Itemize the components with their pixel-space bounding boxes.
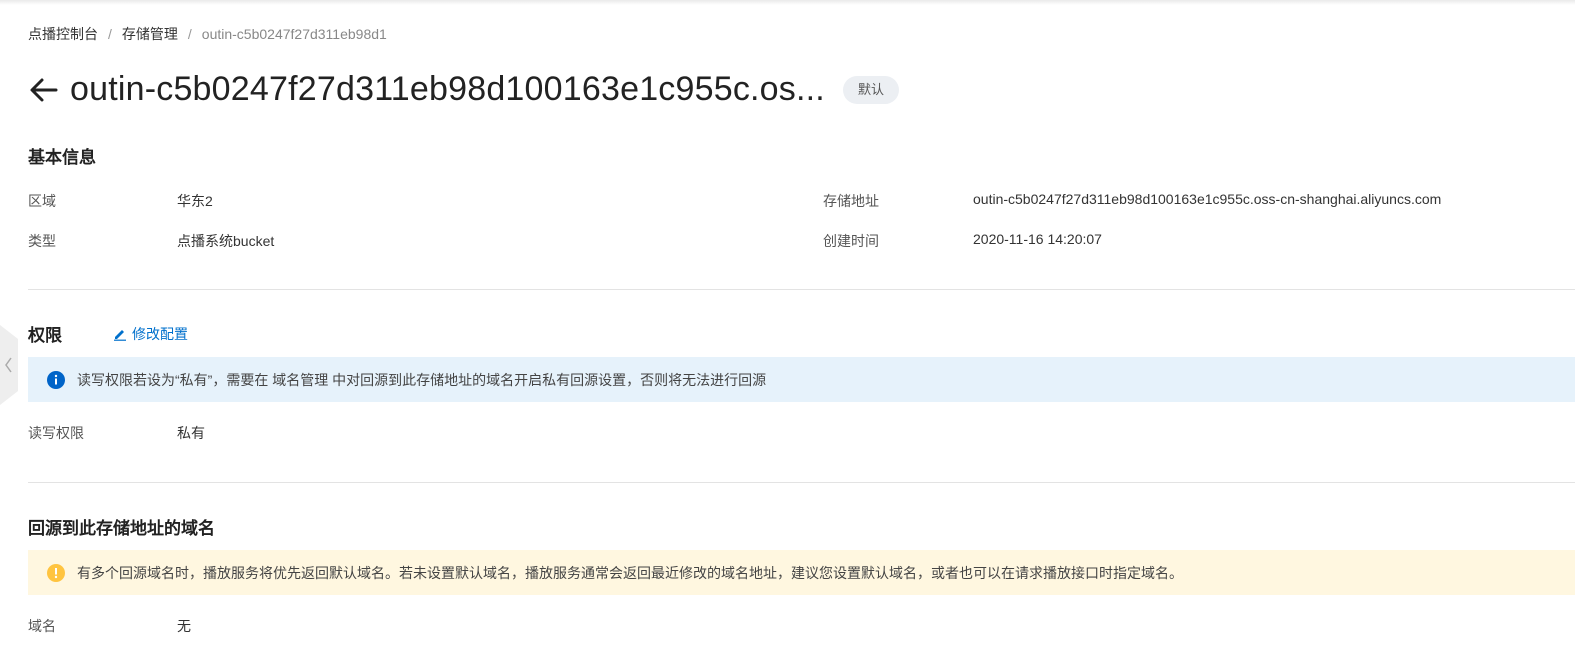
warning-alert-text: 有多个回源域名时，播放服务将优先返回默认域名。若未设置默认域名，播放服务通常会返…	[77, 564, 1183, 581]
edit-config-label: 修改配置	[132, 326, 188, 342]
rw-permission-label: 读写权限	[28, 425, 84, 441]
exclamation-circle-icon	[47, 563, 65, 582]
breadcrumb-separator: /	[108, 26, 112, 42]
chevron-left-icon	[0, 325, 18, 405]
pencil-icon	[114, 330, 126, 341]
page-header: outin-c5b0247f27d311eb98d100163e1c955c.o…	[28, 70, 899, 109]
breadcrumb-item-console[interactable]: 点播控制台	[28, 24, 98, 44]
section-divider	[28, 482, 1575, 483]
section-divider	[28, 289, 1575, 290]
rw-permission-value: 私有	[177, 425, 205, 441]
page-title: outin-c5b0247f27d311eb98d100163e1c955c.o…	[70, 70, 825, 108]
default-badge: 默认	[842, 75, 899, 104]
created-time-value: 2020-11-16 14:20:07	[973, 231, 1102, 247]
region-label: 区域	[28, 193, 56, 209]
domain-label: 域名	[28, 618, 56, 634]
breadcrumb-separator: /	[187, 26, 192, 42]
section-title-permission: 权限	[28, 326, 62, 345]
breadcrumb-item-current: outin-c5b0247f27d311eb98d1	[201, 26, 387, 42]
address-label: 存储地址	[823, 193, 879, 209]
domain-value: 无	[177, 618, 191, 634]
breadcrumb: 点播控制台 / 存储管理 / outin-c5b0247f27d311eb98d…	[28, 24, 387, 44]
info-alert: 读写权限若设为“私有”，需要在 域名管理 中对回源到此存储地址的域名开启私有回源…	[28, 357, 1575, 402]
breadcrumb-item-storage[interactable]: 存储管理	[122, 24, 178, 44]
section-title-basic-info: 基本信息	[28, 148, 96, 167]
warning-alert: 有多个回源域名时，播放服务将优先返回默认域名。若未设置默认域名，播放服务通常会返…	[28, 550, 1575, 595]
type-label: 类型	[28, 233, 56, 249]
address-value: outin-c5b0247f27d311eb98d100163e1c955c.o…	[973, 191, 1442, 207]
info-circle-icon	[47, 370, 65, 389]
info-alert-text: 读写权限若设为“私有”，需要在 域名管理 中对回源到此存储地址的域名开启私有回源…	[77, 371, 767, 388]
section-title-domains: 回源到此存储地址的域名	[28, 519, 215, 538]
created-time-label: 创建时间	[823, 233, 879, 249]
type-value: 点播系统bucket	[177, 233, 275, 249]
region-value: 华东2	[177, 193, 213, 209]
top-shadow	[0, 0, 1575, 5]
sidebar-toggle[interactable]	[0, 325, 18, 405]
arrow-left-icon[interactable]	[28, 74, 60, 106]
edit-config-link[interactable]: 修改配置	[113, 324, 188, 344]
